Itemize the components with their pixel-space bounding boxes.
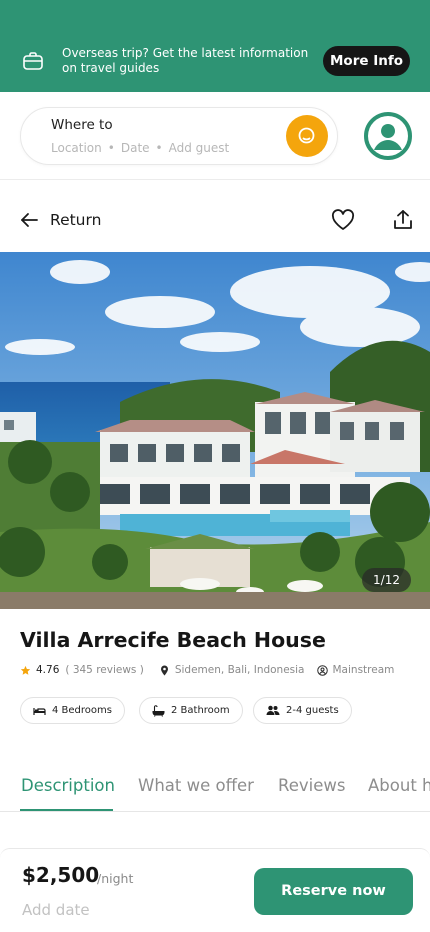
star-icon	[20, 665, 31, 675]
date-field[interactable]: Date	[121, 141, 150, 155]
detail-navbar: Return	[0, 180, 430, 252]
arrow-left-icon[interactable]	[19, 210, 39, 234]
listing-title: Villa Arrecife Beach House	[20, 628, 326, 652]
tab-about-host[interactable]: About host	[368, 776, 430, 795]
location-pin-icon	[160, 665, 168, 675]
reserve-button[interactable]: Reserve now	[254, 868, 413, 915]
feature-label: 4 Bedrooms	[52, 705, 112, 716]
heart-icon[interactable]	[331, 209, 355, 235]
price-unit: /night	[97, 871, 134, 886]
category-text: Mainstream	[332, 664, 395, 676]
banner-message: Overseas trip? Get the latest informatio…	[62, 46, 309, 75]
price-value: $2,500	[22, 863, 100, 887]
search-header: Where to Location • Date • Add guest	[0, 92, 430, 180]
search-fields[interactable]: Location • Date • Add guest	[51, 141, 229, 155]
bed-icon	[33, 707, 46, 715]
add-date-field[interactable]: Add date	[22, 901, 90, 919]
separator-dot: •	[155, 141, 163, 155]
booking-bar: $2,500 /night Add date Reserve now	[0, 848, 430, 932]
feature-chip-bedrooms: 4 Bedrooms	[20, 697, 125, 724]
separator-dot: •	[107, 141, 115, 155]
tab-description[interactable]: Description	[21, 776, 115, 795]
listing-photo[interactable]: 1/12	[0, 252, 430, 609]
reviews-link[interactable]: ( 345 reviews )	[65, 664, 143, 676]
share-icon[interactable]	[392, 208, 414, 236]
location-field[interactable]: Location	[51, 141, 102, 155]
guest-field[interactable]: Add guest	[169, 141, 230, 155]
listing-meta: 4.76 ( 345 reviews ) Sidemen, Bali, Indo…	[20, 663, 394, 677]
tab-what-we-offer[interactable]: What we offer	[138, 776, 254, 795]
feature-chip-bathroom: 2 Bathroom	[139, 697, 243, 724]
active-tab-indicator	[20, 809, 113, 811]
villa-photo	[0, 252, 430, 609]
location-text: Sidemen, Bali, Indonesia	[174, 664, 305, 676]
search-icon	[298, 127, 315, 144]
return-button[interactable]: Return	[50, 211, 101, 229]
rating-value: 4.76	[36, 664, 60, 676]
detail-tabs: Description What we offer Reviews About …	[0, 770, 430, 812]
bathtub-icon	[152, 704, 165, 717]
search-bar[interactable]: Where to Location • Date • Add guest	[20, 107, 338, 165]
search-title: Where to	[51, 117, 113, 133]
feature-label: 2 Bathroom	[171, 705, 230, 716]
more-info-button[interactable]: More Info	[323, 46, 410, 76]
feature-chip-guests: 2-4 guests	[253, 697, 352, 724]
tab-reviews[interactable]: Reviews	[278, 776, 345, 795]
promo-banner: Overseas trip? Get the latest informatio…	[0, 0, 430, 92]
briefcase-icon	[22, 50, 44, 72]
feature-label: 2-4 guests	[286, 705, 339, 716]
user-avatar[interactable]	[364, 112, 412, 160]
search-button[interactable]	[286, 115, 328, 157]
guests-icon	[266, 705, 280, 715]
image-counter: 1/12	[362, 568, 411, 592]
user-circle-icon	[316, 664, 328, 676]
